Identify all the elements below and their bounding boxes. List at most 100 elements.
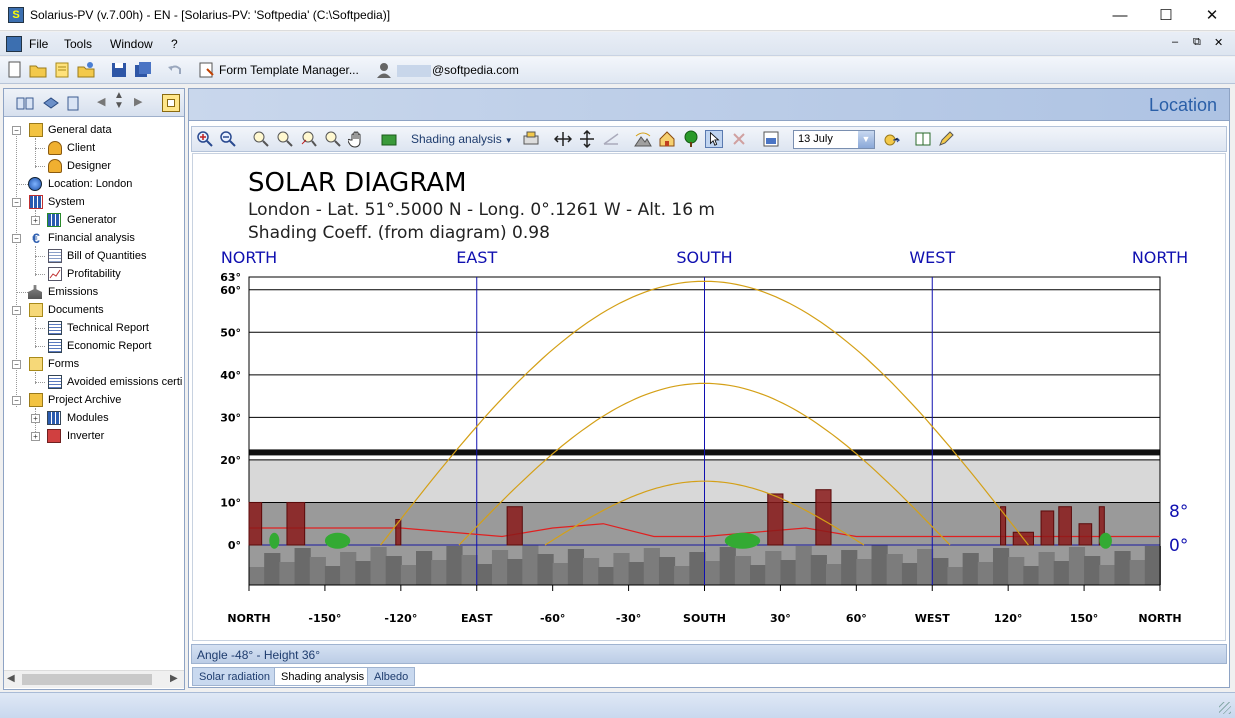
tree-icon[interactable]: [682, 130, 700, 148]
solar-diagram-canvas[interactable]: SOLAR DIAGRAM London - Lat. 51°.5000 N -…: [192, 153, 1226, 641]
select-pointer-icon[interactable]: [705, 130, 723, 148]
date-value: 13 July: [798, 133, 833, 145]
location-header: Location: [189, 89, 1229, 121]
tab-albedo[interactable]: Albedo: [367, 667, 416, 686]
status-text: Angle -48° - Height 36°: [197, 648, 320, 662]
x-tick-label: 150°: [1070, 612, 1098, 625]
folder-star-icon[interactable]: [77, 61, 95, 79]
vertical-resize-icon[interactable]: [578, 130, 596, 148]
menu-window[interactable]: Window: [110, 37, 153, 51]
right-label-8: 8°: [1169, 502, 1188, 522]
terrain-icon[interactable]: [634, 130, 652, 148]
mdi-close-button[interactable]: ✕: [1214, 36, 1223, 49]
delete-icon[interactable]: [730, 130, 748, 148]
y-tick-label: 60°: [220, 284, 241, 297]
zoom-realtime-icon[interactable]: [324, 130, 342, 148]
horizontal-resize-icon[interactable]: [554, 130, 572, 148]
solar-chart-svg[interactable]: 63°60°50°40°30°20°10°0°NORTH -150° -120° EA…: [193, 154, 1227, 642]
date-select[interactable]: 13 July ▼: [793, 130, 875, 149]
city-silhouette: [810, 555, 827, 585]
zoom-window-icon[interactable]: [252, 130, 270, 148]
zoom-out-icon[interactable]: [219, 130, 237, 148]
window-title: Solarius-PV (v.7.00h) - EN - [Solarius-P…: [30, 8, 391, 22]
zoom-all-icon[interactable]: [276, 130, 294, 148]
book-view-icon[interactable]: [914, 130, 932, 148]
city-silhouette: [992, 548, 1010, 585]
house-icon[interactable]: [658, 130, 676, 148]
scroll-left-icon[interactable]: ◀: [7, 673, 15, 684]
zoom-previous-icon[interactable]: [300, 130, 318, 148]
app-icon[interactable]: S: [8, 7, 24, 23]
scroll-right-icon[interactable]: ▶: [170, 673, 178, 684]
form-template-manager-button[interactable]: Form Template Manager...: [219, 63, 359, 77]
export-image-icon[interactable]: [762, 130, 780, 148]
building-obstacle: [506, 506, 523, 546]
euro-icon: €: [32, 230, 40, 246]
nav-up-down-icon[interactable]: ▲ ▼: [114, 91, 124, 111]
building-obstacle: [767, 493, 784, 546]
city-silhouette: [871, 545, 888, 585]
open-folder-icon[interactable]: [29, 61, 47, 79]
maximize-button[interactable]: ☐: [1143, 0, 1189, 31]
date-dropdown-icon[interactable]: ▼: [858, 131, 874, 148]
city-silhouette: [567, 549, 585, 585]
zoom-in-icon[interactable]: [196, 130, 214, 148]
city-silhouette: [658, 557, 676, 585]
open-folder-icon: [29, 357, 43, 371]
tree-horizontal-scrollbar[interactable]: ◀ ▶: [4, 670, 184, 688]
sun-arrow-icon[interactable]: [882, 131, 900, 149]
notes-icon[interactable]: [53, 61, 71, 79]
city-silhouette: [1099, 565, 1116, 585]
book-icon[interactable]: [16, 95, 34, 111]
city-silhouette: [431, 560, 448, 585]
edit-pencil-icon[interactable]: [937, 130, 955, 148]
archive-folder-icon: [29, 393, 43, 407]
city-silhouette: [734, 556, 752, 585]
document-icon: [48, 375, 62, 389]
city-silhouette: [1053, 561, 1070, 585]
close-button[interactable]: ✕: [1189, 0, 1235, 31]
city-silhouette: [643, 548, 660, 585]
title-bar: S Solarius-PV (v.7.00h) - EN - [Solarius…: [0, 0, 1235, 31]
y-tick-label: 10°: [220, 496, 241, 509]
nav-right-icon[interactable]: ▶: [134, 95, 142, 108]
tab-shading-analysis[interactable]: Shading analysis: [274, 667, 372, 686]
save-all-icon[interactable]: [134, 61, 152, 79]
window-toggle-icon[interactable]: [162, 94, 180, 112]
menu-file[interactable]: File: [29, 37, 48, 51]
new-icon[interactable]: [6, 61, 24, 79]
undo-icon[interactable]: [166, 61, 184, 79]
open-folder-icon: [29, 303, 43, 317]
measure-icon[interactable]: [602, 130, 620, 148]
document-icon[interactable]: [6, 36, 22, 52]
layers-icon[interactable]: [42, 95, 60, 111]
form-template-icon[interactable]: [198, 61, 216, 79]
direction-label: NORTH: [221, 248, 277, 267]
mdi-minimize-button[interactable]: –: [1172, 36, 1178, 48]
color-box-icon[interactable]: [380, 130, 398, 148]
tab-solar-radiation[interactable]: Solar radiation: [192, 667, 277, 686]
city-silhouette: [385, 556, 402, 585]
clipboard-icon[interactable]: [66, 95, 80, 111]
chart-icon: [48, 267, 62, 281]
resize-grip-icon[interactable]: [1219, 702, 1231, 714]
city-silhouette: [507, 559, 524, 585]
nav-left-icon[interactable]: ◀: [97, 95, 105, 108]
city-silhouette: [1038, 552, 1055, 585]
city-silhouette: [324, 566, 342, 585]
scroll-thumb[interactable]: [22, 674, 152, 685]
city-silhouette: [795, 546, 812, 585]
tree-item-avoided-emissions[interactable]: Avoided emissions certif: [48, 373, 182, 391]
city-silhouette: [1068, 547, 1086, 585]
city-silhouette: [719, 547, 736, 585]
direction-label: WEST: [909, 248, 955, 267]
pan-hand-icon[interactable]: [348, 130, 366, 148]
menu-help[interactable]: ?: [171, 37, 178, 51]
print-settings-icon[interactable]: [522, 130, 540, 148]
mdi-restore-button[interactable]: ⧉: [1193, 36, 1201, 49]
menu-tools[interactable]: Tools: [64, 37, 92, 51]
shading-analysis-dropdown[interactable]: Shading analysis ▼: [411, 132, 513, 146]
tree-toolbar: ◀ ▲ ▼ ▶: [4, 89, 184, 117]
minimize-button[interactable]: —: [1097, 0, 1143, 31]
save-icon[interactable]: [110, 61, 128, 79]
